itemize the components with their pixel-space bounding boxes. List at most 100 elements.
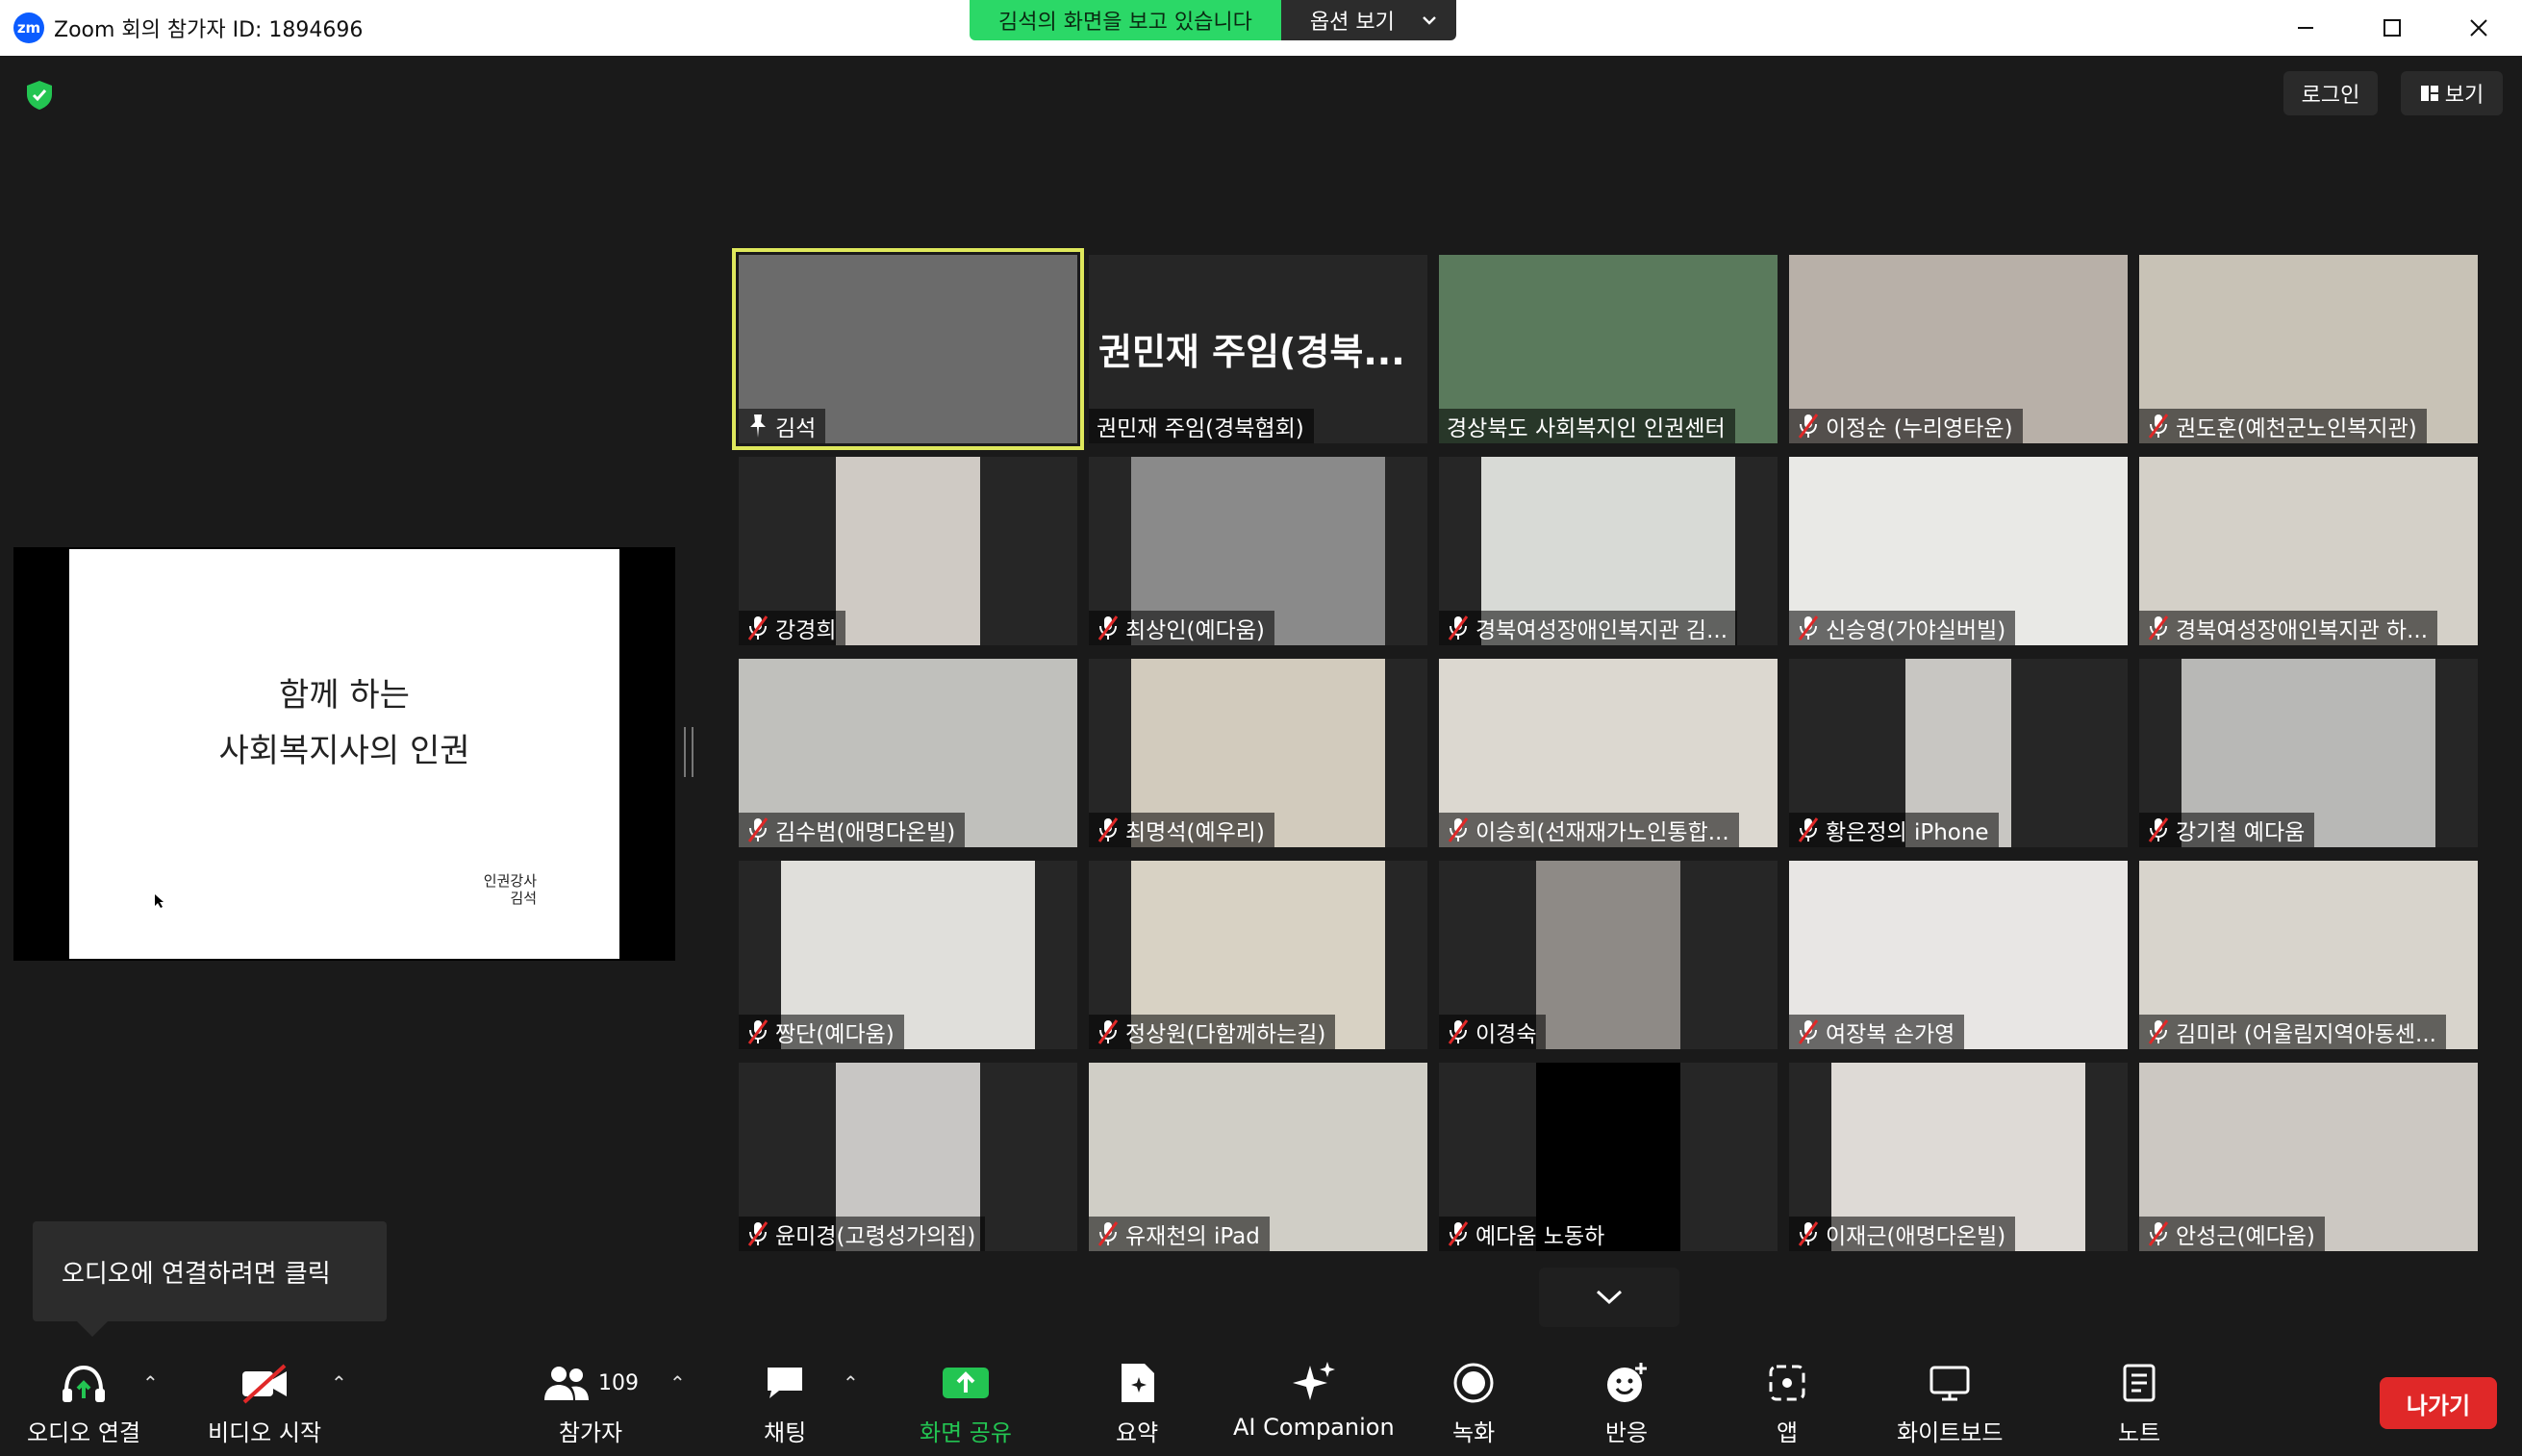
- close-button[interactable]: [2435, 0, 2522, 56]
- chat-icon: [764, 1360, 806, 1406]
- participant-tile[interactable]: 예다움 노동하: [1439, 1063, 1778, 1251]
- apps-button[interactable]: 앱: [1768, 1360, 1806, 1447]
- share-label: 화면 공유: [920, 1419, 1012, 1446]
- pin-icon: [750, 414, 766, 438]
- viewing-share-text: 김석의 화면을 보고 있습니다: [970, 0, 1281, 40]
- participant-name: 이정순 (누리영타운): [1826, 416, 2013, 441]
- participants-options-caret[interactable]: ⌃: [669, 1371, 686, 1394]
- participant-tile[interactable]: 신승영(가야실버빌): [1789, 457, 2128, 645]
- participant-tile[interactable]: 경북여성장애인복지관 김...: [1439, 457, 1778, 645]
- minimize-button[interactable]: [2262, 0, 2349, 56]
- participant-name-label: 김미라 (어울림지역아동센...: [2139, 1015, 2446, 1049]
- participant-name: 권민재 주임(경북협회): [1097, 416, 1304, 441]
- record-button[interactable]: 녹화: [1452, 1360, 1495, 1447]
- participant-name-label: 이경숙: [1439, 1015, 1547, 1049]
- participant-tile[interactable]: 윤미경(고령성가의집): [739, 1063, 1077, 1251]
- mic-muted-icon: [1448, 615, 1469, 640]
- sparkle-icon: [1291, 1360, 1337, 1406]
- video-label: 비디오 시작: [208, 1419, 322, 1446]
- emoji-icon: [1604, 1360, 1649, 1406]
- mic-muted-icon: [2148, 817, 2169, 842]
- whiteboard-label: 화이트보드: [1897, 1419, 2004, 1446]
- participant-name: 김석: [775, 416, 817, 441]
- mic-muted-icon: [1448, 817, 1469, 842]
- participant-tile[interactable]: 여장복 손가영: [1789, 861, 2128, 1049]
- participant-tile[interactable]: 짱단(예다움): [739, 861, 1077, 1049]
- participant-name: 이승희(선재재가노인통합...: [1475, 820, 1729, 845]
- participant-tile[interactable]: 안성근(예다움): [2139, 1063, 2478, 1251]
- participant-name-label: 최명석(예우리): [1089, 813, 1274, 847]
- participant-tile[interactable]: 이정순 (누리영타운): [1789, 255, 2128, 443]
- share-screen-button[interactable]: 화면 공유: [920, 1360, 1012, 1447]
- participants-button[interactable]: 109 참가자: [542, 1360, 639, 1447]
- slide-title-line2: 사회복지사의 인권: [218, 732, 470, 770]
- maximize-button[interactable]: [2349, 0, 2435, 56]
- participant-tile[interactable]: 이승희(선재재가노인통합...: [1439, 659, 1778, 847]
- mouse-cursor-icon: [155, 894, 164, 908]
- apps-label: 앱: [1776, 1419, 1799, 1446]
- participant-name: 신승영(가야실버빌): [1826, 618, 2006, 643]
- summary-button[interactable]: 요약: [1116, 1360, 1158, 1447]
- mic-muted-icon: [747, 1019, 769, 1044]
- participant-tile[interactable]: 유재천의 iPad: [1089, 1063, 1427, 1251]
- mic-muted-icon: [1798, 1019, 1819, 1044]
- participant-name-label: 이재근(애명다온빌): [1789, 1217, 2016, 1251]
- participant-name: 정상원(다함께하는길): [1125, 1022, 1326, 1047]
- leave-button[interactable]: 나가기: [2380, 1377, 2497, 1429]
- participant-tile[interactable]: 경상북도 사회복지인 인권센터: [1439, 255, 1778, 443]
- participant-tile[interactable]: 강기철 예다움: [2139, 659, 2478, 847]
- participant-name-label: 유재천의 iPad: [1089, 1217, 1270, 1251]
- view-options-button[interactable]: 옵션 보기: [1280, 0, 1456, 40]
- participant-tile[interactable]: 강경희: [739, 457, 1077, 645]
- mic-muted-icon: [1097, 1019, 1119, 1044]
- shared-screen[interactable]: 함께 하는 사회복지사의 인권 인권강사 김석: [13, 547, 675, 961]
- participant-tile[interactable]: 권도훈(예천군노인복지관): [2139, 255, 2478, 443]
- participant-name: 안성근(예다움): [2176, 1224, 2315, 1249]
- participant-name: 예다움 노동하: [1475, 1224, 1605, 1249]
- participant-tile[interactable]: 경북여성장애인복지관 하...: [2139, 457, 2478, 645]
- ai-companion-label: AI Companion: [1233, 1414, 1395, 1441]
- mic-muted-icon: [1448, 1019, 1469, 1044]
- whiteboard-icon: [1929, 1360, 1971, 1406]
- view-label: 보기: [2444, 84, 2484, 108]
- mic-muted-icon: [747, 1221, 769, 1246]
- participant-tile[interactable]: 정상원(다함께하는길): [1089, 861, 1427, 1049]
- mic-muted-icon: [2148, 1019, 2169, 1044]
- reactions-button[interactable]: 반응: [1604, 1360, 1649, 1447]
- next-page-button[interactable]: [1539, 1268, 1679, 1327]
- participant-tile[interactable]: 이경숙: [1439, 861, 1778, 1049]
- participant-name-label: 김수범(애명다온빌): [739, 813, 966, 847]
- participant-tile[interactable]: 최상인(예다움): [1089, 457, 1427, 645]
- audio-connect-button[interactable]: 오디오 연결: [27, 1360, 140, 1447]
- start-video-button[interactable]: 비디오 시작: [208, 1360, 321, 1447]
- panel-resize-handle[interactable]: [684, 727, 694, 777]
- participant-tile[interactable]: 이재근(애명다온빌): [1789, 1063, 2128, 1251]
- participant-name-label: 강경희: [739, 611, 846, 645]
- participant-tile[interactable]: 김미라 (어울림지역아동센...: [2139, 861, 2478, 1049]
- chat-button[interactable]: 채팅: [764, 1360, 806, 1447]
- ai-companion-button[interactable]: AI Companion: [1233, 1360, 1395, 1441]
- video-options-caret[interactable]: ⌃: [331, 1371, 347, 1394]
- participant-name: 김미라 (어울림지역아동센...: [2176, 1022, 2436, 1047]
- participant-tile[interactable]: 김석: [732, 248, 1084, 450]
- participant-name: 경상북도 사회복지인 인권센터: [1447, 416, 1726, 441]
- chat-options-caret[interactable]: ⌃: [843, 1371, 859, 1394]
- participant-tile[interactable]: 권민재 주임(경북... 권민재 주임(경북협회): [1089, 255, 1427, 443]
- participant-name: 유재천의 iPad: [1125, 1224, 1260, 1249]
- participant-tile[interactable]: 최명석(예우리): [1089, 659, 1427, 847]
- login-button[interactable]: 로그인: [2283, 71, 2378, 115]
- security-shield-icon[interactable]: [23, 79, 56, 112]
- mic-muted-icon: [1097, 817, 1119, 842]
- participant-name: 최명석(예우리): [1125, 820, 1265, 845]
- mic-muted-icon: [747, 615, 769, 640]
- participant-tile[interactable]: 황은정의 iPhone: [1789, 659, 2128, 847]
- participant-tile[interactable]: 김수범(애명다온빌): [739, 659, 1077, 847]
- view-options-label: 옵션 보기: [1309, 11, 1395, 35]
- audio-options-caret[interactable]: ⌃: [142, 1371, 159, 1394]
- participant-name-label: 황은정의 iPhone: [1789, 813, 1999, 847]
- minimize-icon: [2298, 27, 2313, 29]
- view-button[interactable]: 보기: [2401, 71, 2503, 115]
- whiteboard-button[interactable]: 화이트보드: [1897, 1360, 2003, 1447]
- participant-name-label: 이승희(선재재가노인통합...: [1439, 813, 1739, 847]
- notes-button[interactable]: 노트: [2118, 1360, 2160, 1447]
